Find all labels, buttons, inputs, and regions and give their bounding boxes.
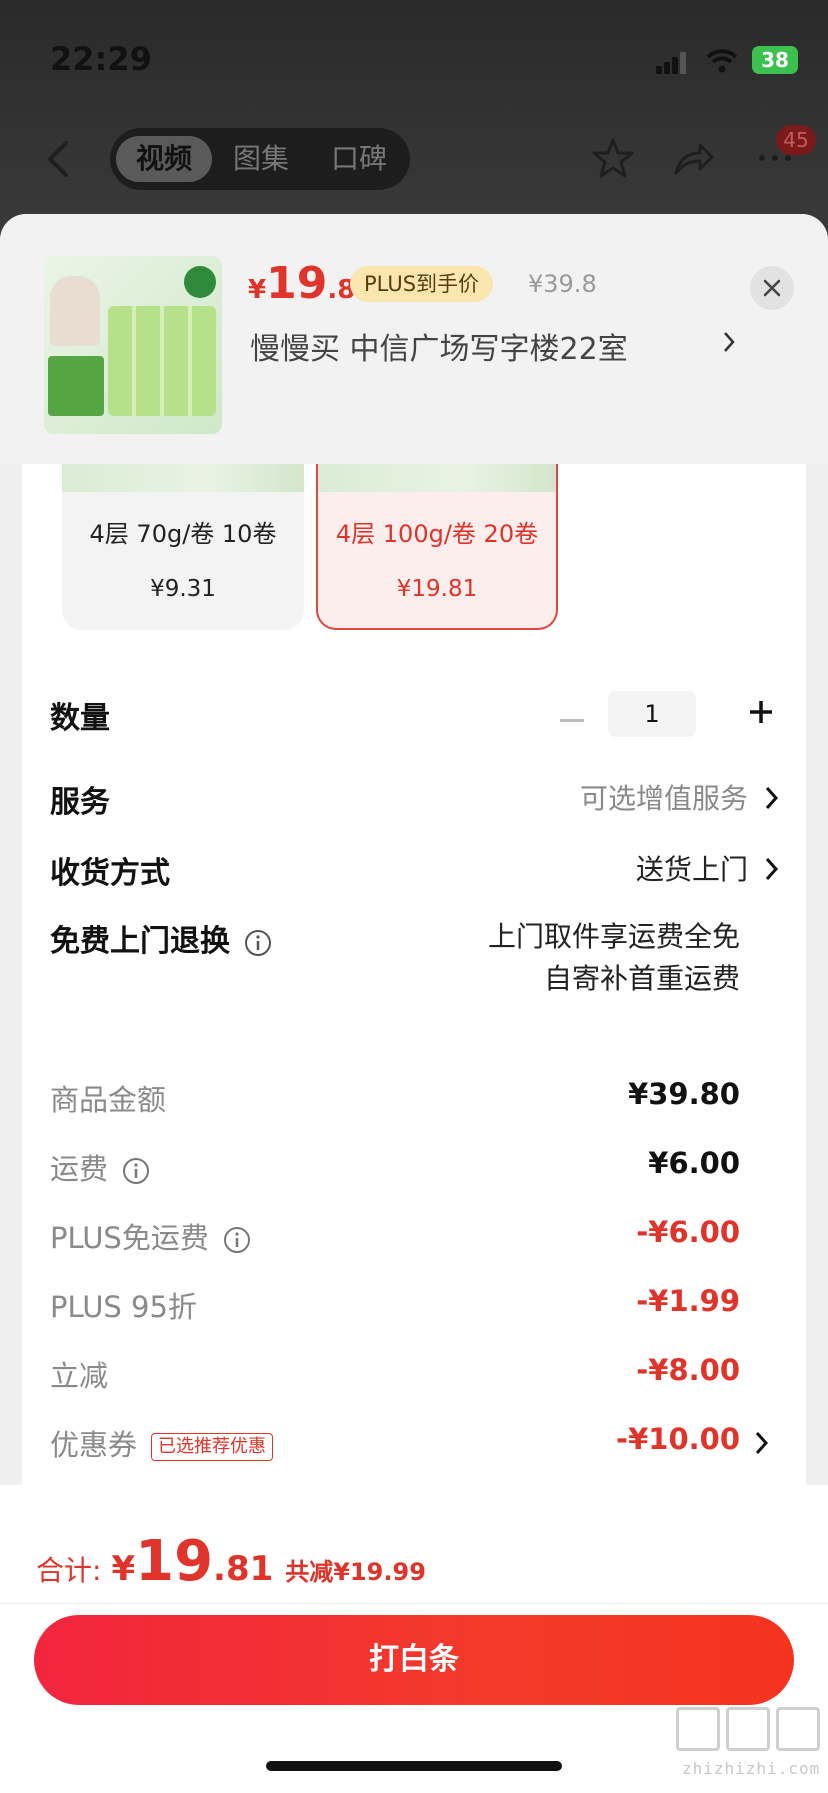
order-total: 合计: ¥19.81 共减¥19.99: [36, 1529, 426, 1594]
variant-thumbnail: [318, 464, 556, 492]
plus-free-shipping-label: PLUS免运费: [50, 1215, 251, 1257]
plus-discount-label: PLUS 95折: [50, 1290, 197, 1324]
checkout-bar: 合计: ¥19.81 共减¥19.99 打白条 zhizhizhi.com: [0, 1485, 828, 1793]
chevron-right-icon: [765, 786, 779, 810]
chevron-right-icon: [724, 332, 735, 352]
delivery-address[interactable]: 慢慢买 中信广场写字楼22室: [250, 324, 628, 368]
chevron-right-icon: [755, 1431, 769, 1455]
total-decimal: .81: [213, 1549, 274, 1589]
returns-label: 免费上门退换: [50, 916, 272, 960]
coupon-row[interactable]: 优惠券 已选推荐优惠 -¥10.00: [50, 1422, 770, 1462]
price-currency: ¥: [248, 275, 267, 305]
instant-off-row: 立减 -¥8.00: [50, 1353, 770, 1393]
instant-off-label: 立减: [50, 1359, 109, 1393]
variant-label: 4层 70g/卷 10卷: [89, 520, 277, 548]
watermark-text: zhizhizhi.com: [682, 1759, 821, 1778]
returns-label-text: 免费上门退换: [50, 924, 230, 959]
variant-price: ¥9.31: [150, 576, 216, 602]
divider: [0, 1603, 828, 1604]
plus-discount-value: -¥1.99: [636, 1284, 740, 1318]
tab-video[interactable]: 视频: [116, 136, 212, 182]
info-icon[interactable]: [244, 929, 272, 957]
plus-free-shipping-label-text: PLUS免运费: [50, 1221, 209, 1255]
signal-icon: [656, 52, 688, 74]
minus-icon[interactable]: [560, 719, 584, 722]
coupon-label-text: 优惠券: [50, 1428, 138, 1462]
variant-option-20-rolls[interactable]: 4层 100g/卷 20卷 ¥19.81: [316, 464, 558, 630]
total-label: 合计:: [36, 1554, 102, 1587]
plus-free-shipping-value: -¥6.00: [636, 1215, 740, 1249]
product-image: [44, 256, 222, 434]
plus-discount-row: PLUS 95折 -¥1.99: [50, 1284, 770, 1324]
returns-line-2: 自寄补首重运费: [543, 962, 740, 995]
variant-label: 4层 100g/卷 20卷: [335, 520, 539, 548]
delivery-value: 送货上门: [635, 853, 748, 886]
shipping-row: 运费 ¥6.00: [50, 1146, 770, 1186]
info-icon[interactable]: [122, 1157, 150, 1185]
returns-value: 上门取件享运费全免 自寄补首重运费: [488, 916, 740, 1000]
goods-amount-row: 商品金额 ¥39.80: [50, 1077, 770, 1117]
variant-price: ¥19.81: [396, 576, 478, 602]
price-integer: 19: [266, 258, 328, 309]
tab-gallery[interactable]: 图集: [216, 136, 306, 182]
chevron-right-icon: [765, 857, 779, 881]
coupon-value: -¥10.00: [616, 1422, 740, 1456]
home-indicator: [266, 1761, 562, 1771]
original-price: ¥39.8: [528, 270, 597, 298]
plus-free-shipping-row: PLUS免运费 -¥6.00: [50, 1215, 770, 1255]
price-breakdown-card: 商品金额 ¥39.80 运费 ¥6.00 PLUS免运费 -¥6.00 PLUS…: [22, 1047, 806, 1547]
total-integer: 19: [135, 1529, 214, 1594]
top-nav: 视频 图集 口碑 45: [0, 125, 828, 195]
status-bar: 22:29 38: [0, 0, 828, 110]
shipping-value: ¥6.00: [648, 1146, 740, 1180]
info-icon[interactable]: [223, 1226, 251, 1254]
variant-thumbnail: [62, 464, 304, 492]
wifi-icon: [706, 49, 738, 73]
returns-line-1: 上门取件享运费全免: [487, 920, 740, 953]
shipping-label-text: 运费: [50, 1152, 109, 1186]
status-time: 22:29: [50, 40, 152, 78]
star-icon[interactable]: [590, 135, 636, 181]
coupon-tag: 已选推荐优惠: [151, 1433, 274, 1461]
instant-off-value: -¥8.00: [636, 1353, 740, 1387]
goods-amount-label: 商品金额: [50, 1083, 167, 1117]
goods-amount-value: ¥39.80: [628, 1077, 740, 1111]
back-icon[interactable]: [40, 137, 74, 181]
tab-reviews[interactable]: 口碑: [314, 136, 404, 182]
pay-with-baitiao-button[interactable]: 打白条: [34, 1615, 794, 1705]
notification-badge: 45: [776, 125, 816, 155]
coupon-label: 优惠券 已选推荐优惠: [50, 1422, 274, 1464]
product-header: ¥19.81 PLUS到手价 ¥39.8 慢慢买 中信广场写字楼22室: [0, 214, 828, 464]
close-icon[interactable]: [750, 266, 794, 310]
quantity-label: 数量: [50, 701, 110, 736]
watermark: zhizhizhi.com: [676, 1707, 822, 1778]
variant-option-10-rolls[interactable]: 4层 70g/卷 10卷 ¥9.31: [62, 464, 304, 630]
battery-indicator: 38: [752, 46, 798, 74]
total-saved: 共减¥19.99: [285, 1558, 426, 1586]
media-tabs: 视频 图集 口碑: [110, 128, 410, 190]
plus-icon[interactable]: [748, 699, 774, 725]
service-label: 服务: [50, 785, 110, 820]
shipping-label: 运费: [50, 1146, 150, 1188]
delivery-label: 收货方式: [50, 856, 170, 891]
service-value: 可选增值服务: [579, 782, 748, 815]
share-icon[interactable]: [670, 135, 716, 181]
quantity-input[interactable]: 1: [608, 691, 696, 737]
plus-price-tag: PLUS到手价: [350, 266, 494, 302]
total-currency: ¥: [111, 1549, 136, 1589]
